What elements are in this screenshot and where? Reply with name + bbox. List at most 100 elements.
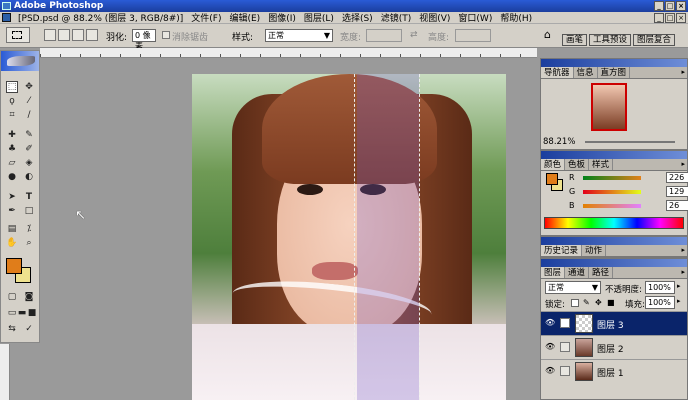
navigator-zoom-slider[interactable] — [585, 141, 675, 143]
eye-icon[interactable]: 👁 — [545, 318, 555, 327]
height-input[interactable] — [455, 29, 491, 42]
well-brushes[interactable]: 画笔 — [562, 34, 588, 46]
layer-row-1[interactable]: 👁 图层 1 — [541, 359, 687, 383]
intersect-selection-button[interactable] — [86, 29, 98, 41]
palette-dock-icon[interactable]: ⌂ — [544, 28, 551, 41]
width-input[interactable] — [366, 29, 402, 42]
tab-paths[interactable]: 路径 — [589, 267, 614, 278]
standard-mode-icon[interactable]: ▢ — [6, 291, 18, 303]
menu-layer[interactable]: 图层(L) — [300, 11, 338, 24]
magic-wand-icon[interactable]: ⁄ — [23, 95, 35, 107]
brush-icon[interactable]: ✎ — [23, 129, 35, 141]
menu-help[interactable]: 帮助(H) — [496, 11, 536, 24]
navigator-zoom[interactable]: 88.21% — [543, 137, 575, 147]
doc-close-icon[interactable]: × — [676, 13, 686, 23]
slider-b-track[interactable] — [583, 204, 641, 208]
well-tool-presets[interactable]: 工具预设 — [589, 34, 632, 46]
slider-r-track[interactable] — [583, 176, 641, 180]
layer-name[interactable]: 图层 1 — [597, 366, 624, 379]
lock-transparency-icon[interactable] — [571, 299, 579, 307]
tab-swatches[interactable]: 色板 — [565, 159, 590, 170]
healing-icon[interactable]: ✚ — [6, 129, 18, 141]
opacity-input[interactable]: 100% — [645, 281, 675, 294]
foreground-color-swatch[interactable] — [6, 258, 22, 274]
link-icon[interactable] — [560, 366, 570, 376]
lock-pixels-icon[interactable]: ✎ — [583, 299, 591, 307]
move-icon[interactable]: ✥ — [23, 81, 35, 93]
bucket-icon[interactable]: ◈ — [23, 157, 35, 169]
notes-icon[interactable]: ▤ — [6, 223, 18, 235]
zoom-icon[interactable]: ⌕ — [23, 237, 35, 249]
layer-name[interactable]: 图层 3 — [597, 318, 624, 331]
jump-to-imageready-icon[interactable]: ⇆ — [6, 323, 18, 335]
layer-row-3[interactable]: 👁 图层 3 — [541, 311, 687, 335]
color-spectrum-bar[interactable] — [544, 217, 684, 229]
marquee-icon[interactable]: ⬚ — [6, 81, 18, 93]
color-panel-fg-swatch[interactable] — [546, 173, 558, 185]
close-icon[interactable]: × — [676, 1, 686, 11]
crop-icon[interactable]: ⌗ — [6, 109, 18, 121]
brush-link-icon[interactable] — [560, 318, 570, 328]
menu-image[interactable]: 图像(I) — [264, 11, 300, 24]
tab-layers[interactable]: 图层 — [541, 267, 566, 278]
lasso-icon[interactable]: ϙ — [6, 95, 18, 107]
stamp-icon[interactable]: ♣ — [6, 143, 18, 155]
lock-all-icon[interactable]: ■ — [607, 299, 615, 307]
imageready-icon[interactable]: ✓ — [23, 323, 35, 335]
feather-input[interactable]: 0 像素 — [132, 29, 156, 51]
history-brush-icon[interactable]: ✐ — [23, 143, 35, 155]
doc-minimize-icon[interactable]: _ — [654, 13, 664, 23]
blur-icon[interactable]: ● — [6, 171, 18, 183]
slider-g-track[interactable] — [583, 190, 641, 194]
doc-restore-icon[interactable]: □ — [665, 13, 675, 23]
subtract-selection-button[interactable] — [72, 29, 84, 41]
antialias-checkbox[interactable] — [162, 31, 170, 39]
menu-filter[interactable]: 滤镜(T) — [377, 11, 416, 24]
quickmask-mode-icon[interactable]: ◙ — [23, 291, 35, 303]
tab-styles[interactable]: 样式 — [589, 159, 614, 170]
menu-select[interactable]: 选择(S) — [338, 11, 377, 24]
slider-g[interactable]: G 129 — [569, 186, 688, 197]
slider-b[interactable]: B 26 — [569, 200, 688, 211]
path-select-icon[interactable]: ➤ — [6, 191, 18, 203]
slider-g-value[interactable]: 129 — [666, 186, 688, 197]
menu-edit[interactable]: 编辑(E) — [225, 11, 264, 24]
eye-icon[interactable]: 👁 — [545, 366, 555, 375]
maximize-icon[interactable]: □ — [665, 1, 675, 11]
blend-mode-select[interactable]: 正常 ▼ — [545, 281, 601, 294]
dodge-icon[interactable]: ◐ — [23, 171, 35, 183]
document-canvas[interactable] — [192, 74, 506, 400]
eraser-icon[interactable]: ▱ — [6, 157, 18, 169]
marquee-preset-button[interactable] — [6, 27, 30, 43]
eyedropper-icon[interactable]: ⁒ — [23, 223, 35, 235]
slice-icon[interactable]: ∕ — [23, 109, 35, 121]
navigator-thumbnail[interactable] — [591, 83, 627, 131]
slider-b-value[interactable]: 26 — [666, 200, 688, 211]
layer-row-2[interactable]: 👁 图层 2 — [541, 335, 687, 359]
panel-menu-icon[interactable]: ▸ — [681, 160, 685, 168]
well-layer-comps[interactable]: 图层复合 — [633, 34, 676, 46]
layer-name[interactable]: 图层 2 — [597, 342, 624, 355]
lock-position-icon[interactable]: ✥ — [595, 299, 603, 307]
menu-view[interactable]: 视图(V) — [415, 11, 454, 24]
menu-window[interactable]: 窗口(W) — [454, 11, 496, 24]
panel-menu-icon[interactable]: ▸ — [681, 268, 685, 276]
pen-icon[interactable]: ✒ — [6, 205, 18, 217]
style-select[interactable]: 正常 ▼ — [265, 29, 333, 42]
tab-histogram[interactable]: 直方图 — [598, 67, 631, 78]
slider-r[interactable]: R 226 — [569, 172, 688, 183]
screen-mode-full-icon[interactable]: ■ — [26, 307, 38, 319]
hand-icon[interactable]: ✋ — [6, 237, 18, 249]
opacity-arrow-icon[interactable]: ▸ — [677, 282, 681, 290]
type-icon[interactable]: T — [23, 191, 35, 203]
fill-input[interactable]: 100% — [645, 296, 675, 309]
tab-color[interactable]: 颜色 — [541, 159, 566, 170]
fill-arrow-icon[interactable]: ▸ — [677, 297, 681, 305]
tab-actions[interactable]: 动作 — [582, 245, 607, 256]
swap-icon[interactable]: ⇄ — [410, 30, 418, 40]
new-selection-button[interactable] — [44, 29, 56, 41]
tab-history[interactable]: 历史记录 — [541, 245, 583, 256]
menu-file[interactable]: 文件(F) — [187, 11, 225, 24]
slider-r-value[interactable]: 226 — [666, 172, 688, 183]
eye-icon[interactable]: 👁 — [545, 342, 555, 351]
